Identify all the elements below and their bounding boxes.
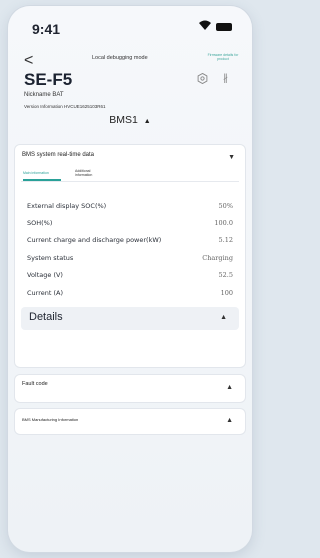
bms-selector[interactable]: BMS1 ▲ <box>8 114 252 126</box>
back-button[interactable]: < <box>24 52 33 70</box>
table-row: SOH(%) 100.0 <box>27 214 233 231</box>
status-time: 9:41 <box>32 21 61 37</box>
row-value: 5.12 <box>218 236 233 245</box>
details-label: Details <box>29 311 63 323</box>
table-row: Current (A) 100 <box>27 284 233 301</box>
bms-realtime-card: BMS system real-time data ▼ Main informa… <box>14 144 246 368</box>
caret-up-icon: ▲ <box>143 118 151 125</box>
table-row: External display SOC(%) 50% <box>27 197 233 214</box>
data-rows: External display SOC(%) 50% SOH(%) 100.0… <box>27 197 233 301</box>
chevron-down-icon[interactable]: ▼ <box>228 154 235 161</box>
chevron-up-icon: ▲ <box>226 384 233 391</box>
row-value: Charging <box>202 253 233 262</box>
firmware-link[interactable]: Firmware details for product <box>206 53 240 61</box>
device-model: SE-F5 <box>24 70 73 89</box>
version-info: Version Information HVCUE1625103R61 <box>24 104 106 109</box>
row-label: SOH(%) <box>27 219 53 228</box>
table-row: System status Charging <box>27 249 233 266</box>
battery-icon <box>216 23 232 31</box>
bluetooth-icon[interactable]: ∦ <box>223 73 228 84</box>
row-label: System status <box>27 253 74 262</box>
table-row: Current charge and discharge power(kW) 5… <box>27 232 233 249</box>
phone-screen: 9:41 < Local debugging mode Firmware det… <box>8 6 252 552</box>
manufacturing-info-card[interactable]: BMS Manufacturing Information ▲ <box>14 408 246 435</box>
debug-mode-label: Local debugging mode <box>92 55 148 61</box>
row-label: Current charge and discharge power(kW) <box>27 236 162 245</box>
tab-divider <box>21 181 239 182</box>
fault-code-card[interactable]: Fault code ▲ <box>14 374 246 403</box>
status-bar: 9:41 <box>8 6 252 46</box>
table-row: Voltage (V) 52.5 <box>27 267 233 284</box>
details-toggle[interactable]: Details ▲ <box>21 307 239 330</box>
tab-additional-information[interactable]: Additional information <box>75 169 92 177</box>
row-label: External display SOC(%) <box>27 201 107 210</box>
chevron-up-icon: ▲ <box>226 417 233 424</box>
row-value: 100.0 <box>214 219 233 228</box>
chevron-up-icon: ▲ <box>220 314 227 321</box>
row-label: Voltage (V) <box>27 271 63 280</box>
fault-code-title: Fault code <box>22 381 48 387</box>
row-label: Current (A) <box>27 288 63 297</box>
manufacturing-info-title: BMS Manufacturing Information <box>22 417 79 422</box>
bms-selected-label: BMS1 <box>109 114 138 126</box>
row-value: 52.5 <box>218 271 233 280</box>
tab-main-information[interactable]: Main information <box>23 171 49 175</box>
wifi-icon <box>199 20 211 30</box>
row-value: 50% <box>218 201 233 210</box>
device-nickname: Nickname BAT <box>24 92 64 98</box>
row-value: 100 <box>220 288 233 297</box>
device-header: < Local debugging mode Firmware details … <box>8 46 252 141</box>
card-title: BMS system real-time data <box>22 152 95 158</box>
gear-icon[interactable] <box>197 73 208 84</box>
